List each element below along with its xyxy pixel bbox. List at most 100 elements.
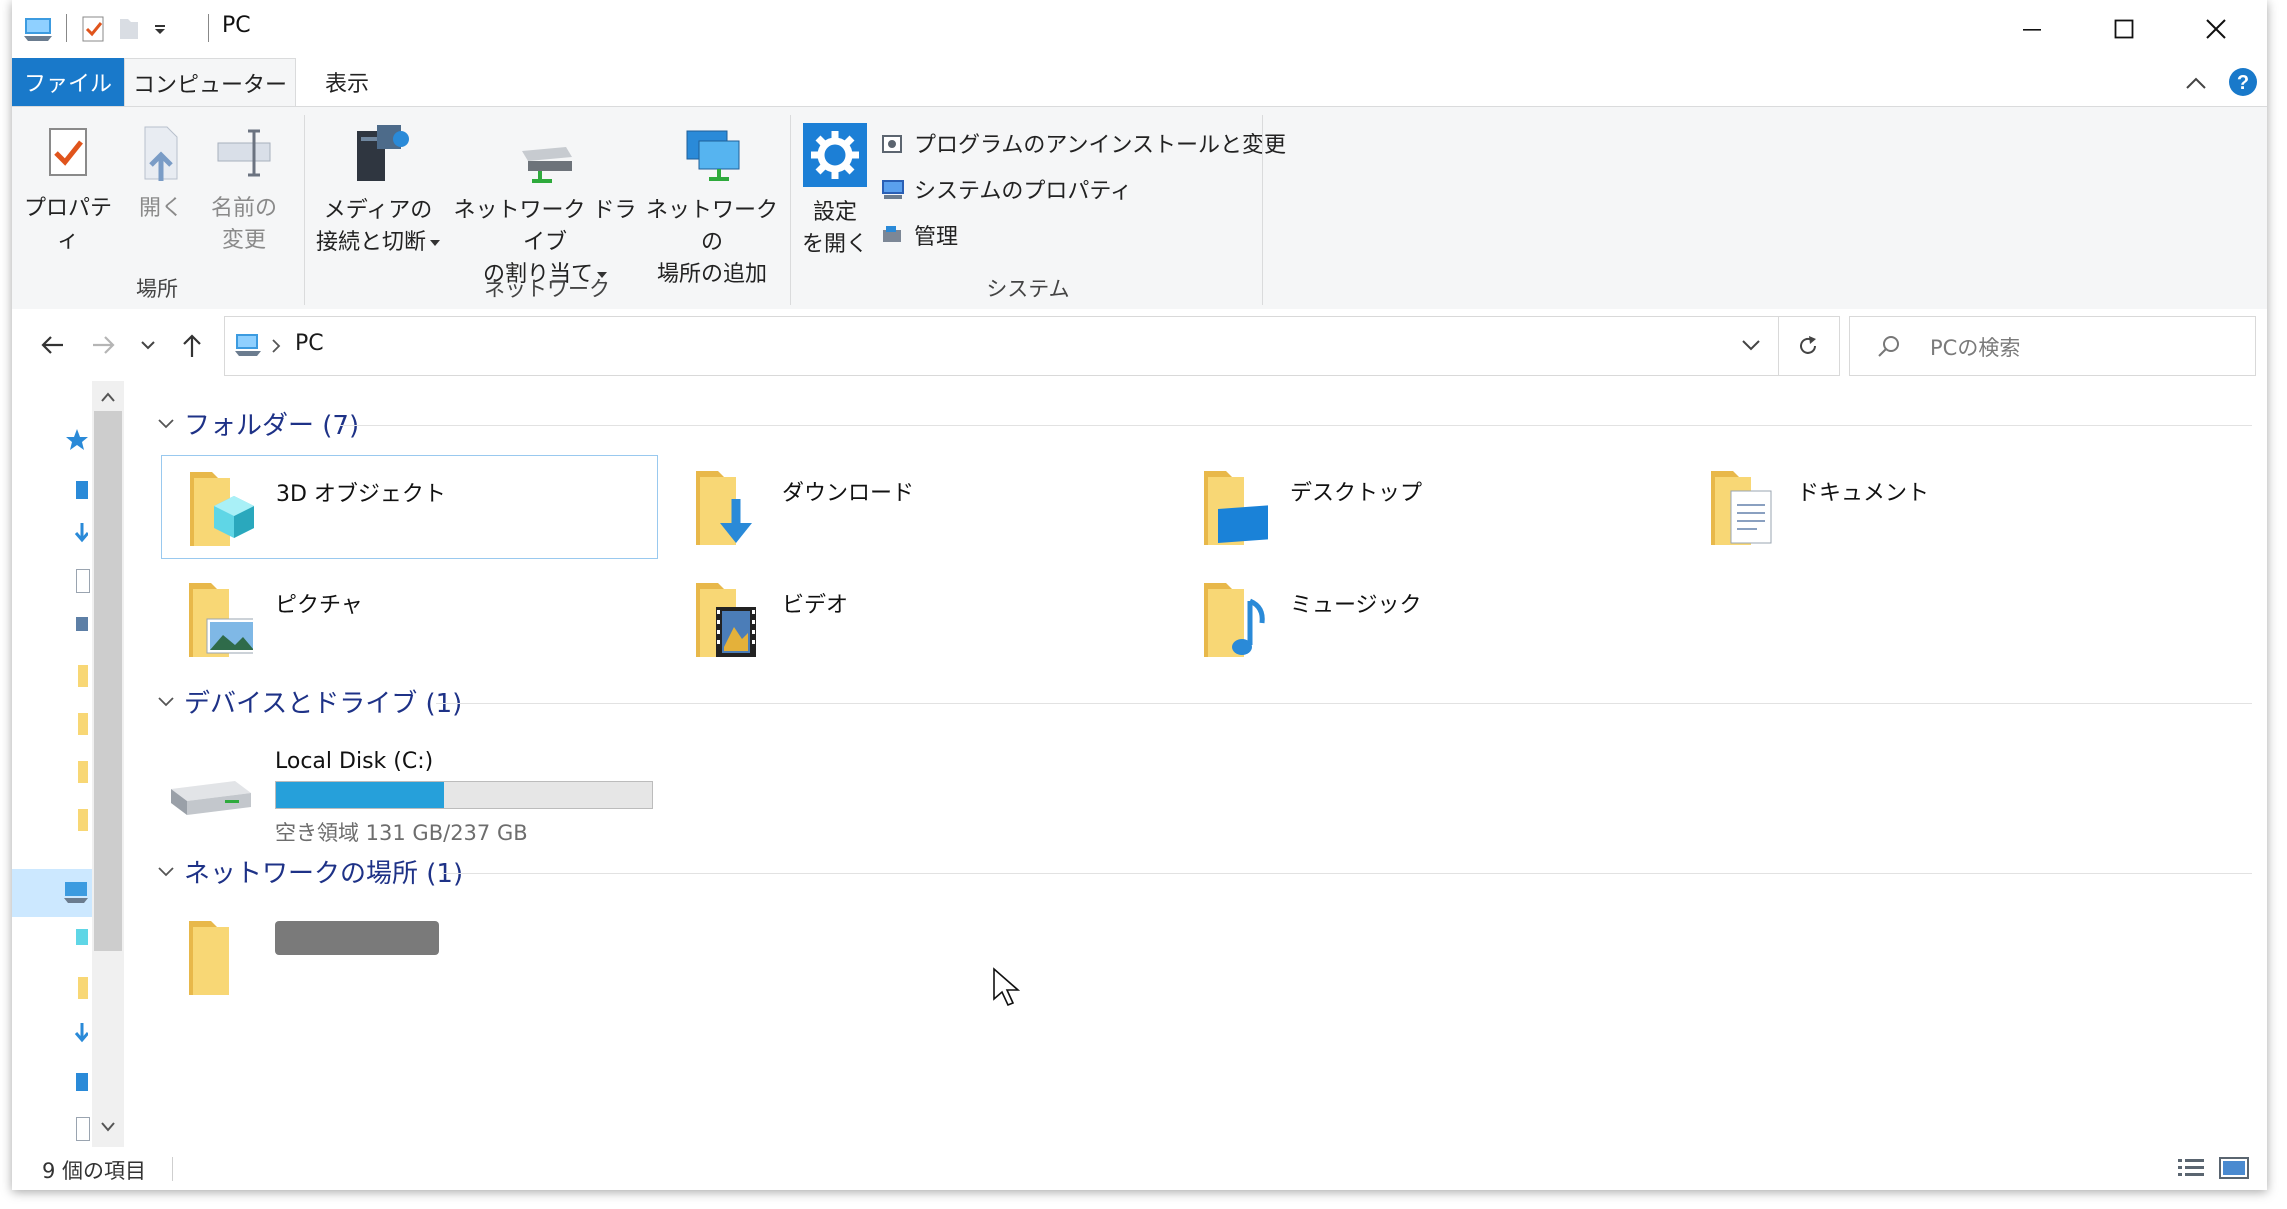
settings-label-2: を開く [801, 232, 868, 257]
mouse-cursor-icon [993, 967, 1021, 1007]
folder-3d-objects[interactable]: 3D オブジェクト [161, 455, 658, 559]
folder-label: デスクトップ [1290, 481, 1423, 506]
folder-nav-icon[interactable] [78, 665, 88, 687]
rename-button[interactable]: 名前の 変更 [202, 123, 286, 257]
map-drive-button[interactable]: ネットワーク ドライブ の割り当て [452, 123, 638, 291]
folder-nav-icon[interactable] [78, 761, 88, 783]
folder-pictures[interactable]: ピクチャ [161, 567, 656, 669]
scroll-up-icon[interactable] [100, 391, 116, 403]
settings-gear-icon [803, 123, 867, 187]
group-title-folders: フォルダー (7) [184, 411, 360, 441]
scroll-down-icon[interactable] [100, 1121, 116, 1133]
desktop-nav-icon[interactable] [76, 1073, 88, 1091]
minimize-icon [2023, 29, 2041, 31]
uninstall-programs-button[interactable]: プログラムのアンインストールと変更 [880, 127, 1286, 159]
title-separator [208, 14, 209, 42]
refresh-icon [1800, 336, 1816, 354]
media-label-1: メディアの [323, 198, 433, 223]
item-count: 9 個の項目 [42, 1159, 147, 1183]
group-header-folders[interactable]: フォルダー (7) [158, 405, 359, 442]
collapse-ribbon-icon[interactable] [2184, 74, 2208, 92]
tab-file[interactable]: ファイル [12, 58, 124, 106]
downloads-nav-icon[interactable] [74, 521, 88, 545]
search-box[interactable]: PCの検索 [1849, 316, 2256, 376]
nav-item-pc-selected[interactable] [12, 869, 94, 917]
open-icon [144, 126, 178, 181]
map-drive-label-1: ネットワーク ドライブ [453, 198, 637, 255]
title-bar: PC [12, 0, 2267, 58]
folder-desktop-icon [1204, 471, 1268, 545]
search-icon [1878, 336, 1899, 357]
close-button[interactable] [2170, 0, 2262, 58]
folder-desktop[interactable]: デスクトップ [1176, 455, 1671, 557]
system-properties-button[interactable]: システムのプロパティ [880, 173, 1132, 205]
quick-access-star-icon[interactable] [64, 427, 90, 453]
details-view-icon[interactable] [2176, 1155, 2206, 1181]
folder-documents[interactable]: ドキュメント [1683, 455, 2178, 557]
folder-videos[interactable]: ビデオ [668, 567, 1163, 669]
recent-locations-button[interactable] [136, 325, 160, 365]
breadcrumb-pc[interactable]: PC [295, 331, 324, 356]
documents-nav-icon[interactable] [76, 569, 90, 593]
open-settings-button[interactable]: 設定 を開く [798, 123, 872, 261]
folder-nav-icon[interactable] [78, 809, 88, 831]
large-icons-view-icon[interactable] [2218, 1155, 2250, 1181]
drive-usage-bar [275, 781, 653, 809]
downloads-nav-icon[interactable] [74, 1021, 88, 1045]
group-divider [436, 703, 2252, 704]
back-arrow-icon [41, 336, 63, 354]
network-location-item[interactable] [161, 905, 656, 1007]
add-network-location-button[interactable]: ネットワークの 場所の追加 [642, 123, 782, 291]
drive-free-space: 空き領域 131 GB/237 GB [275, 821, 528, 845]
chevron-down-icon [158, 418, 174, 428]
desktop-nav-icon[interactable] [76, 481, 88, 499]
redacted-network-name [275, 921, 439, 955]
tab-view[interactable]: 表示 [294, 58, 400, 106]
properties-button[interactable]: プロパティ [22, 123, 114, 257]
group-title-network: ネットワークの場所 (1) [184, 859, 464, 889]
manage-icon [883, 226, 901, 242]
folder-documents-icon [1711, 471, 1772, 545]
refresh-button[interactable] [1777, 316, 1840, 376]
customize-dropdown-icon[interactable] [150, 14, 170, 44]
properties-check-icon[interactable] [78, 14, 108, 44]
drive-c[interactable]: Local Disk (C:) 空き領域 131 GB/237 GB [161, 729, 653, 849]
media-label-2-wrap: 接続と切断 [312, 227, 444, 259]
3d-objects-nav-icon[interactable] [76, 929, 88, 945]
group-header-network[interactable]: ネットワークの場所 (1) [158, 853, 463, 890]
folder-nav-icon[interactable] [78, 713, 88, 735]
ribbon: プロパティ 開く 名前の 変更 場所 メディアの 接続と切断 ネットワーク ドラ… [12, 106, 2267, 310]
navigation-pane [12, 381, 124, 1147]
pc-icon [235, 334, 261, 356]
ribbon-separator [304, 115, 305, 305]
qa-separator [66, 14, 67, 42]
address-bar[interactable]: PC [224, 316, 1779, 376]
folder-nav-icon[interactable] [78, 977, 88, 999]
nav-scroll-thumb[interactable] [94, 411, 122, 951]
folder-downloads[interactable]: ダウンロード [668, 455, 1163, 557]
help-icon[interactable]: ? [2227, 66, 2259, 98]
media-button[interactable]: メディアの 接続と切断 [312, 123, 444, 259]
folder-icon [189, 921, 229, 995]
manage-button[interactable]: 管理 [880, 219, 958, 251]
group-label-system: システム [986, 277, 1070, 301]
documents-nav-icon[interactable] [76, 1117, 90, 1141]
folder-videos-icon [696, 583, 756, 657]
forward-button[interactable] [84, 325, 124, 365]
group-label-network: ネットワーク [484, 277, 610, 301]
pictures-nav-icon[interactable] [76, 617, 88, 631]
rename-label-2: 変更 [221, 228, 266, 253]
status-bar: 9 個の項目 [12, 1147, 2267, 1190]
address-dropdown-icon[interactable] [1742, 339, 1760, 351]
manage-label: 管理 [914, 225, 959, 250]
folder-music[interactable]: ミュージック [1176, 567, 1671, 669]
maximize-button[interactable] [2078, 0, 2170, 58]
open-button[interactable]: 開く [128, 123, 194, 225]
chevron-down-icon [158, 696, 174, 706]
up-button[interactable] [172, 325, 212, 365]
minimize-button[interactable] [1986, 0, 2078, 58]
group-header-devices[interactable]: デバイスとドライブ (1) [158, 683, 462, 720]
tab-computer[interactable]: コンピューター [124, 58, 296, 107]
back-button[interactable] [32, 325, 72, 365]
new-folder-icon[interactable] [116, 14, 142, 44]
